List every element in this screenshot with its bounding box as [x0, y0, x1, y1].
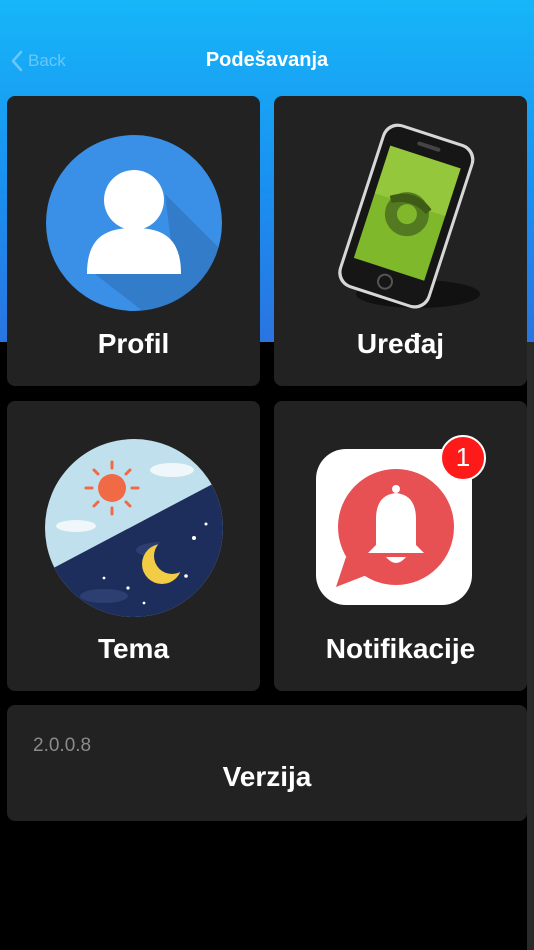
scrollbar [527, 342, 534, 950]
version-card[interactable]: 2.0.0.8 Verzija [7, 705, 527, 821]
tile-notifikacije[interactable]: 1 Notifikacije [274, 401, 527, 691]
settings-screen: Back Podešavanja Profil Uređaj Tema 1 No… [0, 0, 534, 950]
page-title: Podešavanja [205, 49, 329, 71]
tile-tema[interactable]: Tema [7, 401, 260, 691]
phone-icon [338, 123, 480, 309]
notification-badge: 1 [440, 435, 486, 481]
nav-bar: Back Podešavanja [0, 36, 534, 86]
tile-profil-label: Profil [97, 328, 170, 359]
version-label: Verzija [222, 761, 312, 792]
tile-profil[interactable]: Profil [7, 96, 260, 386]
tile-tema-label: Tema [97, 633, 170, 664]
user-icon [46, 135, 222, 311]
tile-uredjaj[interactable]: Uređaj [274, 96, 527, 386]
version-number: 2.0.0.8 [33, 735, 92, 756]
tile-notifikacije-label: Notifikacije [325, 633, 476, 664]
tile-uredjaj-label: Uređaj [356, 328, 445, 359]
day-night-icon [45, 439, 223, 617]
